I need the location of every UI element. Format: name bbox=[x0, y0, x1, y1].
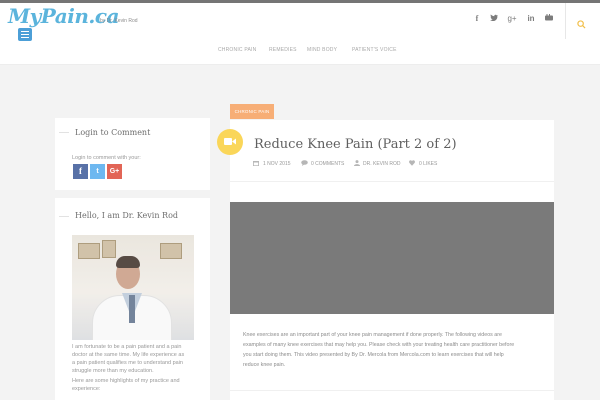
facebook-login-button[interactable]: f bbox=[73, 164, 88, 179]
header-divider bbox=[565, 3, 566, 39]
facebook-icon[interactable]: f bbox=[471, 14, 483, 23]
category-tag[interactable]: CHRONIC PAIN bbox=[230, 104, 274, 119]
nav-patients-voice[interactable]: PATIENT'S VOICE bbox=[352, 47, 397, 53]
embedded-video-player[interactable] bbox=[230, 202, 554, 314]
excerpt-line-4: reduce knee pain. bbox=[243, 362, 286, 368]
login-title: Login to Comment bbox=[75, 128, 151, 137]
site-header: MyPain.ca by Dr. Kevin Rod f g+ in CHRON… bbox=[0, 3, 600, 65]
menu-button[interactable] bbox=[18, 28, 32, 41]
video-format-badge bbox=[217, 129, 243, 155]
youtube-icon[interactable] bbox=[543, 14, 555, 23]
post-excerpt: Knee exercises are an important part of … bbox=[243, 330, 553, 370]
nav-remedies[interactable]: REMEDIES bbox=[269, 47, 297, 53]
search-icon[interactable] bbox=[577, 16, 586, 29]
twitter-login-button[interactable]: t bbox=[90, 164, 105, 179]
login-widget: Login to Comment Login to comment with y… bbox=[55, 118, 210, 190]
nav-mind-body[interactable]: MIND BODY bbox=[307, 47, 337, 53]
about-line-5: Here are some highlights of my practice … bbox=[72, 378, 180, 384]
google-plus-icon[interactable]: g+ bbox=[506, 14, 518, 23]
site-byline: by Dr. Kevin Rod bbox=[100, 18, 138, 24]
nav-chronic-pain[interactable]: CHRONIC PAIN bbox=[218, 47, 256, 53]
excerpt-line-1: Knee exercises are an important part of … bbox=[243, 332, 502, 338]
divider-bottom bbox=[230, 390, 554, 391]
about-line-4: struggle more than my education. bbox=[72, 368, 154, 374]
post-date: 1 NOV 2015 bbox=[263, 161, 291, 167]
about-line-6: experience: bbox=[72, 386, 101, 392]
video-camera-icon bbox=[224, 138, 236, 145]
about-line-3: a pain patient qualifies me to understan… bbox=[72, 360, 183, 366]
post-title[interactable]: Reduce Knee Pain (Part 2 of 2) bbox=[254, 137, 457, 152]
author-icon bbox=[354, 160, 360, 168]
doctor-photo bbox=[72, 235, 194, 340]
comment-icon bbox=[301, 160, 308, 168]
calendar-icon bbox=[253, 160, 259, 168]
heart-icon[interactable] bbox=[409, 160, 415, 168]
excerpt-line-2: examples of many knee exercises that may… bbox=[243, 342, 515, 348]
post-author[interactable]: DR. KEVIN ROD bbox=[363, 161, 401, 167]
about-line-2: doctor at the same time. My life experie… bbox=[72, 352, 185, 358]
login-text: Login to comment with your: bbox=[72, 155, 141, 161]
google-login-button[interactable]: G+ bbox=[107, 164, 122, 179]
twitter-icon[interactable] bbox=[488, 14, 500, 23]
excerpt-line-3: you start doing them. This video present… bbox=[243, 352, 504, 358]
site-logo[interactable]: MyPain.ca bbox=[8, 4, 119, 28]
about-title: Hello, I am Dr. Kevin Rod bbox=[75, 211, 179, 220]
divider-top bbox=[230, 181, 554, 182]
linkedin-icon[interactable]: in bbox=[525, 14, 537, 23]
post-comments[interactable]: 0 COMMENTS bbox=[311, 161, 344, 167]
about-line-1: I am fortunate to be a pain patient and … bbox=[72, 344, 182, 350]
post-likes[interactable]: 0 LIKES bbox=[419, 161, 437, 167]
